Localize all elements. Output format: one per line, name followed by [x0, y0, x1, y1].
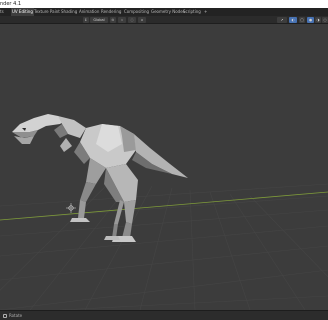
workspace-tabs: ts UV Editing Texture Paint Shading Anim…	[0, 8, 328, 16]
tab-rendering[interactable]: Rendering	[101, 8, 121, 16]
status-text: Rotate	[9, 313, 23, 318]
xray-icon[interactable]: ▢	[299, 17, 305, 23]
tab-ts[interactable]: ts	[0, 8, 4, 16]
origin-icon	[66, 203, 76, 213]
blender-window: nder 4.1 ts UV Editing Texture Paint Sha…	[0, 0, 328, 320]
status-bar: Rotate	[0, 310, 328, 320]
proportional-icon[interactable]: ◌	[128, 17, 136, 23]
tab-animation[interactable]: Animation	[79, 8, 99, 16]
floor-grid	[0, 181, 328, 310]
tab-geometry-nodes[interactable]: Geometry Nodes	[151, 8, 185, 16]
window-title: nder 4.1	[0, 1, 22, 7]
shading-material-icon[interactable]: ◑	[315, 17, 321, 23]
shading-rendered-icon[interactable]: ○	[322, 17, 328, 23]
x-axis-line	[0, 191, 328, 221]
move-icon[interactable]: ↕	[83, 17, 89, 23]
overlay-icon[interactable]: ◐	[289, 17, 297, 23]
tab-uv-editing[interactable]: UV Editing	[11, 8, 34, 16]
snap-icon[interactable]: ⌾	[118, 17, 126, 23]
title-bar: nder 4.1	[0, 0, 328, 8]
tab-texture-paint[interactable]: Texture Paint	[34, 8, 60, 16]
add-workspace-button[interactable]: +	[204, 8, 207, 16]
tab-compositing[interactable]: Compositing	[124, 8, 149, 16]
mouse-icon	[3, 314, 7, 318]
shading-solid-icon[interactable]: ●	[307, 17, 314, 23]
viewport-header: ↕ Global ⊙ ⌾ ◌ ∧ ↗ ◐ ▢ ● ◑ ○	[0, 16, 328, 24]
3d-viewport[interactable]	[0, 24, 328, 310]
tab-scripting[interactable]: Scripting	[183, 8, 201, 16]
orientation-dropdown[interactable]: Global	[90, 17, 108, 23]
origin-icon[interactable]: ⊙	[110, 17, 116, 23]
falloff-icon[interactable]: ∧	[138, 17, 146, 23]
gizmo-icon[interactable]: ↗	[277, 17, 287, 23]
tab-shading[interactable]: Shading	[61, 8, 77, 16]
dinosaur-model[interactable]	[12, 114, 188, 242]
viewport-canvas	[0, 114, 328, 310]
